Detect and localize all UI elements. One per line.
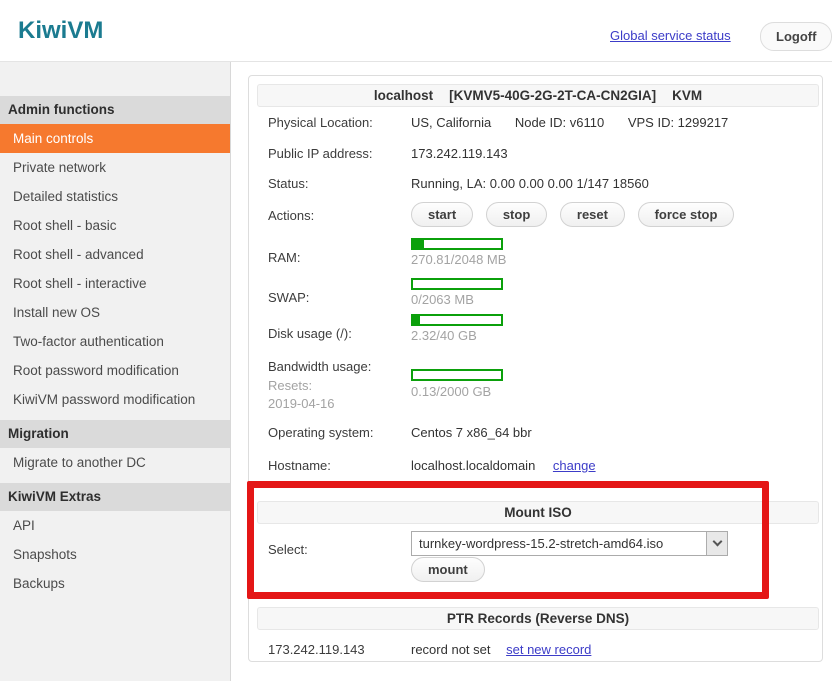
mount-button-wrap: mount <box>411 557 494 582</box>
hostname-change-link[interactable]: change <box>553 458 596 473</box>
public-ip-label: Public IP address: <box>268 146 373 161</box>
ram-meter-bar <box>411 238 503 250</box>
ptr-record-row: record not set set new record <box>411 642 591 657</box>
main-panel: localhost[KVMV5-40G-2G-2T-CA-CN2GIA]KVM … <box>248 75 823 662</box>
disk-meter-fill <box>413 316 420 324</box>
sidebar-item-root-shell-interactive[interactable]: Root shell - interactive <box>0 269 230 298</box>
sidebar-item-private-network[interactable]: Private network <box>0 153 230 182</box>
status-value: Running, LA: 0.00 0.00 0.00 1/147 18560 <box>411 176 649 191</box>
sidebar-spacer <box>0 62 230 90</box>
actions-label: Actions: <box>268 208 314 223</box>
sidebar-item-detailed-statistics[interactable]: Detailed statistics <box>0 182 230 211</box>
location-text: US, California <box>411 115 491 130</box>
iso-selected-option: turnkey-wordpress-15.2-stretch-amd64.iso <box>412 532 706 555</box>
actions-buttons: start stop reset force stop <box>411 202 743 227</box>
swap-meter-bar <box>411 278 503 290</box>
sidebar-item-backups[interactable]: Backups <box>0 569 230 598</box>
mount-iso-header: Mount ISO <box>257 501 819 524</box>
hostname-text: localhost.localdomain <box>411 458 535 473</box>
sidebar-item-kiwivm-password-modification[interactable]: KiwiVM password modification <box>0 385 230 414</box>
hostname-value: localhost.localdomain change <box>411 458 596 473</box>
sidebar-header-admin-functions: Admin functions <box>0 96 230 124</box>
ptr-ip: 173.242.119.143 <box>268 642 365 657</box>
sidebar-item-root-shell-advanced[interactable]: Root shell - advanced <box>0 240 230 269</box>
bandwidth-usage-text: 0.13/2000 GB <box>411 384 491 399</box>
vps-id: VPS ID: 1299217 <box>628 115 728 130</box>
swap-label: SWAP: <box>268 290 309 305</box>
node-id: Node ID: v6110 <box>515 115 604 130</box>
bandwidth-meter-bar <box>411 369 503 381</box>
sidebar-item-two-factor-auth[interactable]: Two-factor authentication <box>0 327 230 356</box>
logoff-button[interactable]: Logoff <box>760 22 832 51</box>
sidebar-item-migrate-to-another-dc[interactable]: Migrate to another DC <box>0 448 230 477</box>
physical-location-label: Physical Location: <box>268 115 373 130</box>
sidebar-item-root-password-modification[interactable]: Root password modification <box>0 356 230 385</box>
status-label: Status: <box>268 176 308 191</box>
hostname-label: Hostname: <box>268 458 331 473</box>
sidebar-item-root-shell-basic[interactable]: Root shell - basic <box>0 211 230 240</box>
reset-button[interactable]: reset <box>560 202 625 227</box>
start-button[interactable]: start <box>411 202 473 227</box>
sidebar-item-main-controls[interactable]: Main controls <box>0 124 230 153</box>
disk-usage-text: 2.32/40 GB <box>411 328 477 343</box>
bandwidth-resets-label: Resets: <box>268 378 312 393</box>
vm-hostname: localhost <box>374 88 433 103</box>
iso-select-dropdown[interactable]: turnkey-wordpress-15.2-stretch-amd64.iso <box>411 531 728 556</box>
ram-meter-fill <box>413 240 424 248</box>
sidebar-nav: Admin functions Main controls Private ne… <box>0 62 231 681</box>
vm-title-bar: localhost [KVMV5-40G-2G-2T-CA-CN2GIA] KVM <box>257 84 819 107</box>
sidebar-item-api[interactable]: API <box>0 511 230 540</box>
kiwivm-app: KiwiVM Global service status Logoff Admi… <box>0 0 832 681</box>
ptr-records-header: PTR Records (Reverse DNS) <box>257 607 819 630</box>
mount-button[interactable]: mount <box>411 557 485 582</box>
top-header: KiwiVM Global service status Logoff <box>0 0 832 62</box>
ptr-record-status: record not set <box>411 642 491 657</box>
bandwidth-resets-date: 2019-04-16 <box>268 396 335 411</box>
stop-button[interactable]: stop <box>486 202 547 227</box>
set-new-record-link[interactable]: set new record <box>506 642 591 657</box>
disk-usage-label: Disk usage (/): <box>268 326 352 341</box>
iso-select-label: Select: <box>268 542 308 557</box>
physical-location-value: US, California Node ID: v6110 VPS ID: 12… <box>411 115 728 130</box>
chevron-down-icon <box>712 537 722 547</box>
kiwivm-logo: KiwiVM <box>18 17 103 45</box>
swap-usage-text: 0/2063 MB <box>411 292 474 307</box>
ram-label: RAM: <box>268 250 301 265</box>
vm-plan: [KVMV5-40G-2G-2T-CA-CN2GIA] <box>449 88 656 103</box>
vm-virtualization: KVM <box>672 88 702 103</box>
sidebar-item-install-new-os[interactable]: Install new OS <box>0 298 230 327</box>
disk-meter-bar <box>411 314 503 326</box>
operating-system-value: Centos 7 x86_64 bbr <box>411 425 532 440</box>
sidebar-item-snapshots[interactable]: Snapshots <box>0 540 230 569</box>
sidebar-header-kiwivm-extras: KiwiVM Extras <box>0 483 230 511</box>
bandwidth-label: Bandwidth usage: <box>268 359 371 374</box>
operating-system-label: Operating system: <box>268 425 374 440</box>
global-service-status-link[interactable]: Global service status <box>610 28 731 43</box>
ram-usage-text: 270.81/2048 MB <box>411 252 506 267</box>
public-ip-value: 173.242.119.143 <box>411 146 508 161</box>
force-stop-button[interactable]: force stop <box>638 202 735 227</box>
iso-select-arrow-button[interactable] <box>706 532 727 555</box>
sidebar-header-migration: Migration <box>0 420 230 448</box>
